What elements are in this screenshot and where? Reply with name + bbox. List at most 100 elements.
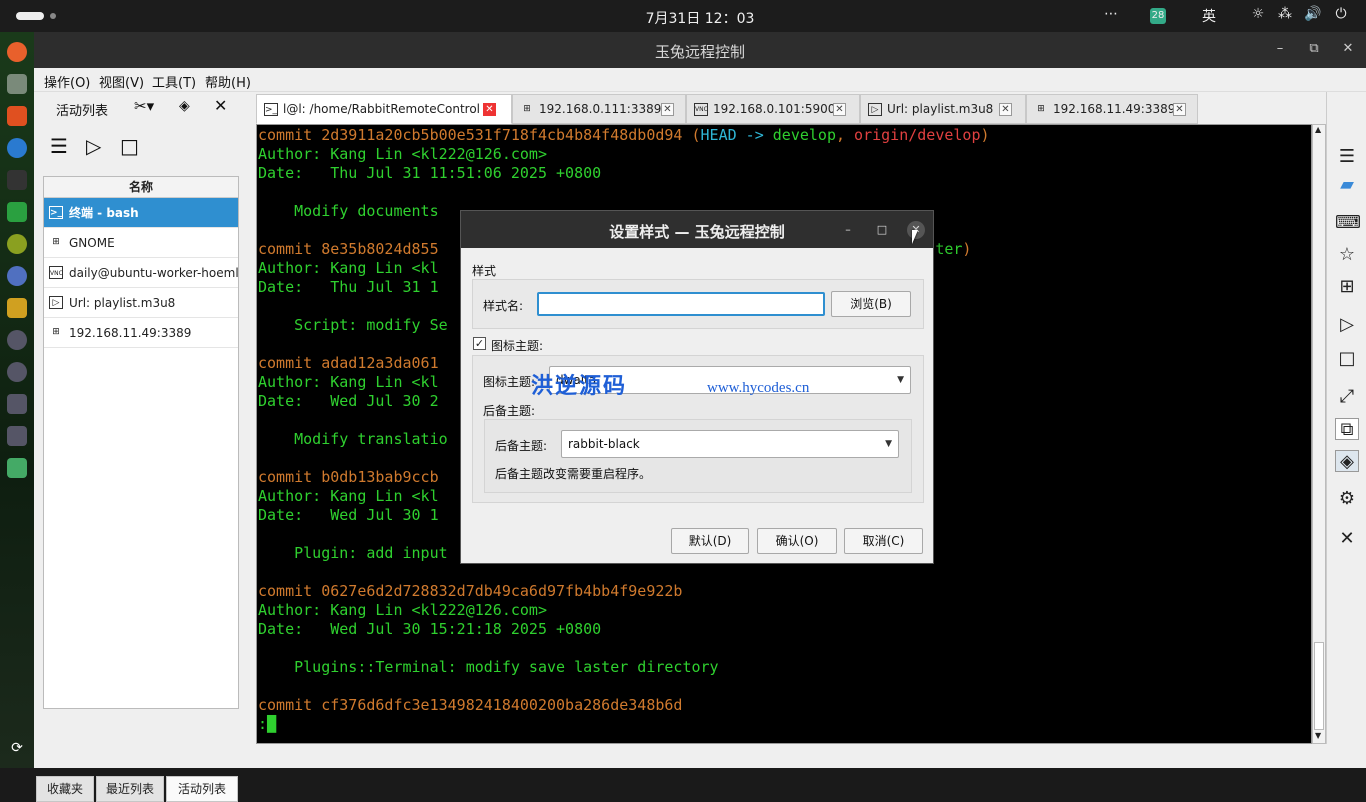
minimize-button[interactable]: –: [1270, 41, 1290, 56]
recycle-icon[interactable]: [7, 458, 27, 478]
workspace-indicator[interactable]: [16, 12, 44, 20]
rabbit-remote-2-icon[interactable]: [7, 362, 27, 382]
app-grid-icon[interactable]: ⟳: [7, 738, 27, 758]
help-icon[interactable]: [7, 138, 27, 158]
tools-icon[interactable]: ✂▾: [134, 97, 154, 115]
terminal-line: Date: Thu Jul 31 1: [258, 278, 439, 297]
default-button[interactable]: 默认(D): [671, 528, 749, 554]
workspace-dot[interactable]: [50, 13, 56, 19]
close-button[interactable]: ✕: [1338, 41, 1358, 56]
panel-close-icon[interactable]: ✕: [214, 96, 227, 115]
tab-playlist[interactable]: ▷ Url: playlist.m3u8 ✕: [860, 94, 1026, 124]
qtcreator-icon[interactable]: [7, 202, 27, 222]
brightness-icon[interactable]: ☼: [1247, 6, 1269, 22]
volume-icon[interactable]: 🔊: [1302, 6, 1324, 22]
menu-help[interactable]: 帮助(H): [205, 72, 251, 91]
dialog-maximize-button[interactable]: □: [873, 221, 891, 239]
dialog-minimize-button[interactable]: –: [839, 221, 857, 239]
add-connection-icon[interactable]: ⊞: [1335, 276, 1359, 298]
files-icon[interactable]: [7, 74, 27, 94]
list-item[interactable]: ⊞ GNOME: [44, 228, 238, 258]
software-icon[interactable]: [7, 106, 27, 126]
terminal-icon[interactable]: ⌨: [1335, 212, 1361, 234]
player-icon: ▷: [868, 103, 882, 116]
terminal-text: Author: Kang Lin <kl222@126.com>: [258, 601, 547, 619]
tab-rdp-111[interactable]: ⊞ 192.168.0.111:3389 ✕: [512, 94, 686, 124]
list-item[interactable]: ▷ Url: playlist.m3u8: [44, 288, 238, 318]
ok-button[interactable]: 确认(O): [757, 528, 837, 554]
power-icon[interactable]: ⏻: [1330, 6, 1352, 22]
column-header-name[interactable]: 名称: [44, 177, 238, 198]
fallback-theme-select[interactable]: rabbit-black ▼: [561, 430, 899, 458]
windows-icon: ⊞: [52, 327, 60, 337]
window-titlebar: 玉兔远程控制 – ⧉ ✕: [34, 32, 1366, 68]
tab-recent[interactable]: 最近列表: [96, 776, 164, 802]
terminal-text: :: [258, 715, 268, 733]
menu-operate[interactable]: 操作(O): [44, 72, 90, 91]
fullscreen-icon[interactable]: ⤢: [1335, 386, 1359, 408]
tab-label: 192.168.0.101:5900: [713, 102, 836, 116]
tab-favorites[interactable]: 收藏夹: [36, 776, 94, 802]
tab-rdp-49[interactable]: ⊞ 192.168.11.49:3389 ✕: [1026, 94, 1198, 124]
chevron-down-icon: ▼: [885, 439, 892, 449]
menu-view[interactable]: 视图(V): [99, 72, 144, 91]
cancel-button[interactable]: 取消(C): [844, 528, 923, 554]
terminal-app-icon[interactable]: [7, 170, 27, 190]
list-item[interactable]: VNC daily@ubuntu-worker-hoemla: [44, 258, 238, 288]
more-icon[interactable]: ⋯: [1100, 6, 1122, 22]
start-icon[interactable]: ▷: [1335, 314, 1359, 336]
window-title: 玉兔远程控制: [654, 43, 745, 61]
style-group: 样式名: 浏览(B): [472, 279, 924, 329]
close-icon[interactable]: ✕: [1335, 528, 1359, 550]
tab-close-icon[interactable]: ✕: [999, 103, 1012, 116]
connect-list-icon[interactable]: ☰: [1335, 146, 1359, 168]
terminal-text: Date: Wed Jul 30 1: [258, 506, 439, 524]
chevron-down-icon: ▼: [897, 375, 904, 385]
windows-icon: ⊞: [52, 237, 60, 247]
favorite-star-icon[interactable]: ☆: [1335, 244, 1359, 266]
input-method-indicator[interactable]: 英: [1198, 6, 1220, 26]
tab-close-icon[interactable]: ✕: [483, 103, 496, 116]
rabbit-remote-icon[interactable]: [7, 330, 27, 350]
firefox-icon[interactable]: [7, 42, 27, 62]
style-name-input[interactable]: [537, 292, 825, 316]
stop-icon[interactable]: □: [1335, 348, 1359, 370]
office-icon[interactable]: [7, 298, 27, 318]
scroll-up-icon[interactable]: ▲: [1315, 125, 1321, 134]
settings-gear-icon[interactable]: ⚙: [1335, 488, 1359, 510]
start-icon[interactable]: ▷: [86, 134, 101, 158]
dock-panel-icon[interactable]: ⧉: [1335, 418, 1359, 440]
icon-theme-check-label[interactable]: 图标主题:: [491, 337, 543, 354]
terminal-text: commit 0627e6d2d728832d7db49ca6d97fb4bb4…: [258, 582, 683, 600]
list-item[interactable]: >_ 终端 - bash: [44, 198, 238, 228]
tab-close-icon[interactable]: ✕: [661, 103, 674, 116]
folder-icon[interactable]: ▰: [1335, 174, 1359, 196]
terminal-text: Script: modify Se: [258, 316, 448, 334]
terminal-line: Plugin: add input: [258, 544, 448, 563]
app-gray-icon[interactable]: [7, 426, 27, 446]
tab-terminal[interactable]: >_ l@l: /home/RabbitRemoteControl ✕: [256, 94, 512, 124]
connect-list-icon[interactable]: ☰: [50, 134, 68, 158]
scroll-down-icon[interactable]: ▼: [1315, 731, 1321, 740]
stop-icon[interactable]: □: [120, 134, 139, 158]
icon-theme-checkbox[interactable]: ✓: [473, 337, 486, 350]
list-item[interactable]: ⊞ 192.168.11.49:3389: [44, 318, 238, 348]
clock[interactable]: 7月31日 12：03: [600, 8, 800, 28]
search-app-icon[interactable]: [7, 394, 27, 414]
terminal-scrollbar[interactable]: ▲ ▼: [1312, 124, 1326, 744]
tab-activity[interactable]: 活动列表: [166, 776, 238, 802]
browse-button[interactable]: 浏览(B): [831, 291, 911, 317]
vnc-icon: VNC: [694, 103, 708, 116]
tab-close-icon[interactable]: ✕: [1173, 103, 1186, 116]
tab-vnc-101[interactable]: VNC 192.168.0.101:5900 ✕: [686, 94, 860, 124]
layers-icon[interactable]: ◈: [1335, 450, 1359, 472]
layers-icon[interactable]: ◈: [179, 98, 190, 114]
tab-close-icon[interactable]: ✕: [833, 103, 846, 116]
browser-icon[interactable]: [7, 266, 27, 286]
calendar-app-icon[interactable]: 28: [1150, 8, 1166, 24]
network-icon[interactable]: ⁂: [1274, 6, 1296, 22]
app-y-icon[interactable]: [7, 234, 27, 254]
scroll-thumb[interactable]: [1314, 642, 1324, 730]
menu-tools[interactable]: 工具(T): [152, 72, 196, 91]
maximize-button[interactable]: ⧉: [1304, 41, 1324, 56]
